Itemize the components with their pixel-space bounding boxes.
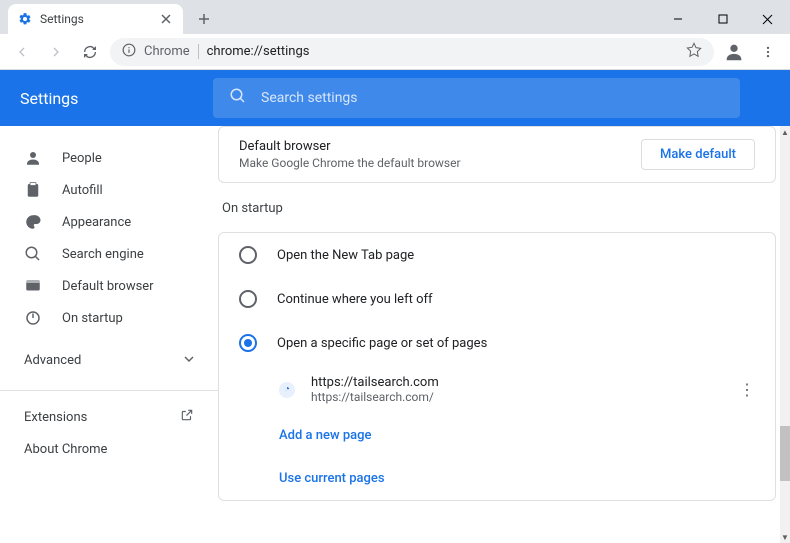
address-bar[interactable]: Chrome chrome://settings: [110, 38, 714, 66]
radio-continue[interactable]: Continue where you left off: [219, 277, 775, 321]
radio-new-tab[interactable]: Open the New Tab page: [219, 233, 775, 277]
radio-icon: [239, 290, 257, 308]
profile-button[interactable]: [720, 38, 748, 66]
radio-icon: [239, 334, 257, 352]
sidebar-item-label: Autofill: [62, 183, 103, 198]
sidebar-item-on-startup[interactable]: On startup: [0, 302, 218, 334]
main-area: People Autofill Appearance Search engine…: [0, 126, 790, 543]
make-default-button[interactable]: Make default: [641, 139, 755, 170]
external-link-icon: [180, 408, 194, 426]
gear-icon: [18, 12, 32, 26]
divider: [0, 390, 218, 391]
startup-page-entry: ◔ https://tailsearch.com https://tailsea…: [219, 365, 775, 414]
sidebar-item-people[interactable]: People: [0, 142, 218, 174]
startup-page-url: https://tailsearch.com/: [311, 390, 439, 404]
radio-label: Open the New Tab page: [277, 248, 414, 263]
radio-specific-page[interactable]: Open a specific page or set of pages: [219, 321, 775, 365]
search-icon: [229, 87, 247, 109]
on-startup-card: Open the New Tab page Continue where you…: [218, 232, 776, 501]
sidebar-item-label: Default browser: [62, 279, 154, 294]
add-new-page-link[interactable]: Add a new page: [219, 414, 775, 457]
sidebar-extensions[interactable]: Extensions: [0, 401, 218, 433]
settings-search[interactable]: [213, 78, 740, 118]
sidebar-item-label: On startup: [62, 311, 123, 326]
sidebar-advanced[interactable]: Advanced: [0, 340, 218, 380]
person-icon: [24, 149, 42, 167]
menu-button[interactable]: [754, 38, 782, 66]
advanced-footer[interactable]: Advanced: [218, 519, 776, 543]
sidebar-item-label: Appearance: [62, 215, 131, 230]
startup-page-title: https://tailsearch.com: [311, 375, 439, 390]
titlebar: Settings: [0, 0, 790, 34]
sidebar: People Autofill Appearance Search engine…: [0, 126, 218, 543]
scroll-thumb[interactable]: [780, 426, 790, 481]
scroll-up-icon[interactable]: ▲: [780, 126, 790, 138]
power-icon: [24, 309, 42, 327]
default-browser-card: Default browser Make Google Chrome the d…: [218, 126, 776, 183]
new-tab-button[interactable]: [191, 6, 217, 32]
browser-icon: [24, 277, 42, 295]
sidebar-item-default-browser[interactable]: Default browser: [0, 270, 218, 302]
scrollbar[interactable]: ▲ ▼: [780, 126, 790, 543]
radio-icon: [239, 246, 257, 264]
window-controls: [655, 4, 790, 34]
sidebar-advanced-label: Advanced: [24, 353, 81, 368]
minimize-button[interactable]: [655, 4, 700, 34]
clipboard-icon: [24, 181, 42, 199]
sidebar-item-appearance[interactable]: Appearance: [0, 206, 218, 238]
reload-button[interactable]: [76, 38, 104, 66]
radio-label: Continue where you left off: [277, 292, 433, 307]
search-input[interactable]: [261, 90, 724, 106]
sidebar-item-search-engine[interactable]: Search engine: [0, 238, 218, 270]
page-title: Settings: [20, 89, 195, 108]
settings-header: Settings: [0, 70, 790, 126]
close-icon[interactable]: [159, 12, 173, 26]
content-area: Default browser Make Google Chrome the d…: [218, 126, 790, 543]
info-icon: [122, 43, 136, 61]
browser-toolbar: Chrome chrome://settings: [0, 34, 790, 70]
url-text: chrome://settings: [207, 44, 310, 59]
radio-label: Open a specific page or set of pages: [277, 336, 487, 351]
search-icon: [24, 245, 42, 263]
sidebar-item-label: Search engine: [62, 247, 144, 262]
chevron-down-icon: [184, 353, 194, 368]
close-button[interactable]: [745, 4, 790, 34]
sidebar-item-label: People: [62, 151, 102, 166]
default-browser-subtitle: Make Google Chrome the default browser: [239, 156, 461, 170]
use-current-pages-link[interactable]: Use current pages: [219, 457, 775, 500]
favicon-icon: ◔: [279, 382, 295, 398]
sidebar-extensions-label: Extensions: [24, 410, 87, 425]
sidebar-item-autofill[interactable]: Autofill: [0, 174, 218, 206]
default-browser-title: Default browser: [239, 139, 461, 154]
scroll-down-icon[interactable]: ▼: [780, 531, 790, 543]
back-button[interactable]: [8, 38, 36, 66]
tab-title: Settings: [40, 12, 84, 26]
maximize-button[interactable]: [700, 4, 745, 34]
url-scheme: Chrome: [144, 44, 199, 59]
sidebar-about-chrome[interactable]: About Chrome: [0, 433, 218, 465]
bookmark-icon[interactable]: [686, 42, 702, 62]
on-startup-title: On startup: [222, 201, 776, 216]
sidebar-about-label: About Chrome: [24, 442, 107, 457]
forward-button[interactable]: [42, 38, 70, 66]
palette-icon: [24, 213, 42, 231]
browser-tab[interactable]: Settings: [8, 4, 183, 34]
more-icon[interactable]: ⋮: [739, 380, 755, 399]
